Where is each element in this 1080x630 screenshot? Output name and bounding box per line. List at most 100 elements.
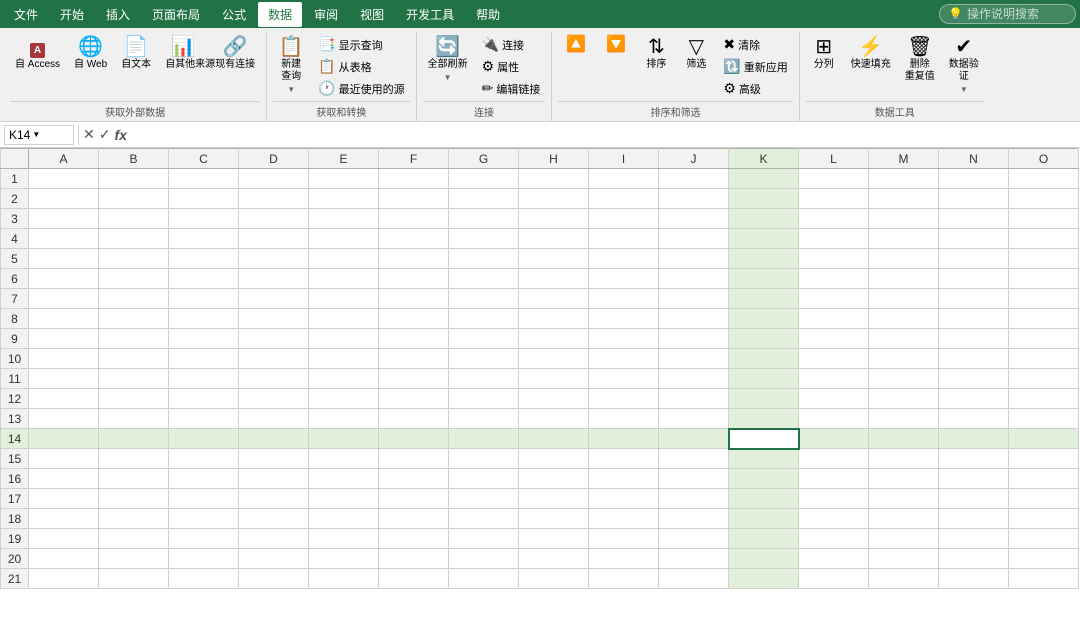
cell-B17[interactable] — [99, 489, 169, 509]
cell-A19[interactable] — [29, 529, 99, 549]
col-header-J[interactable]: J — [659, 149, 729, 169]
cell-J1[interactable] — [659, 169, 729, 189]
cell-M11[interactable] — [869, 369, 939, 389]
cell-K15[interactable] — [729, 449, 799, 469]
cell-M12[interactable] — [869, 389, 939, 409]
col-header-E[interactable]: E — [309, 149, 379, 169]
cell-O10[interactable] — [1009, 349, 1079, 369]
cell-C20[interactable] — [169, 549, 239, 569]
cell-L17[interactable] — [799, 489, 869, 509]
btn-from-other[interactable]: 📊 自其他来源 — [160, 34, 206, 74]
cell-H3[interactable] — [519, 209, 589, 229]
cell-D2[interactable] — [239, 189, 309, 209]
row-header-6[interactable]: 6 — [1, 269, 29, 289]
cell-B4[interactable] — [99, 229, 169, 249]
cell-B12[interactable] — [99, 389, 169, 409]
cell-G3[interactable] — [449, 209, 519, 229]
cell-A6[interactable] — [29, 269, 99, 289]
btn-remove-dupes[interactable]: 🗑 删除重复值 — [900, 34, 940, 86]
cell-D8[interactable] — [239, 309, 309, 329]
cell-M3[interactable] — [869, 209, 939, 229]
cell-N18[interactable] — [939, 509, 1009, 529]
cell-G2[interactable] — [449, 189, 519, 209]
cell-I11[interactable] — [589, 369, 659, 389]
cell-J13[interactable] — [659, 409, 729, 429]
col-header-H[interactable]: H — [519, 149, 589, 169]
btn-clear[interactable]: ✖ 清除 — [718, 34, 792, 55]
cell-B18[interactable] — [99, 509, 169, 529]
cell-I8[interactable] — [589, 309, 659, 329]
cell-E8[interactable] — [309, 309, 379, 329]
btn-from-table[interactable]: 📋 从表格 — [313, 56, 409, 77]
cell-B16[interactable] — [99, 469, 169, 489]
menu-item-file[interactable]: 文件 — [4, 2, 48, 27]
cell-H4[interactable] — [519, 229, 589, 249]
cell-O7[interactable] — [1009, 289, 1079, 309]
confirm-formula-icon[interactable]: ✓ — [99, 126, 111, 143]
row-header-11[interactable]: 11 — [1, 369, 29, 389]
cell-J8[interactable] — [659, 309, 729, 329]
cell-J14[interactable] — [659, 429, 729, 449]
search-box[interactable]: 💡 — [939, 4, 1076, 24]
cell-K20[interactable] — [729, 549, 799, 569]
cell-B15[interactable] — [99, 449, 169, 469]
cell-I14[interactable] — [589, 429, 659, 449]
cell-D19[interactable] — [239, 529, 309, 549]
col-header-F[interactable]: F — [379, 149, 449, 169]
cell-C9[interactable] — [169, 329, 239, 349]
cell-N12[interactable] — [939, 389, 1009, 409]
btn-from-web[interactable]: 🌐 自 Web — [69, 34, 112, 74]
cell-F11[interactable] — [379, 369, 449, 389]
cell-G19[interactable] — [449, 529, 519, 549]
row-header-16[interactable]: 16 — [1, 469, 29, 489]
menu-item-devtools[interactable]: 开发工具 — [396, 2, 464, 27]
cell-E7[interactable] — [309, 289, 379, 309]
cell-O9[interactable] — [1009, 329, 1079, 349]
row-header-12[interactable]: 12 — [1, 389, 29, 409]
row-header-20[interactable]: 20 — [1, 549, 29, 569]
cell-L18[interactable] — [799, 509, 869, 529]
cell-J7[interactable] — [659, 289, 729, 309]
cell-N8[interactable] — [939, 309, 1009, 329]
cell-O1[interactable] — [1009, 169, 1079, 189]
cell-I13[interactable] — [589, 409, 659, 429]
cell-B7[interactable] — [99, 289, 169, 309]
row-header-1[interactable]: 1 — [1, 169, 29, 189]
cell-J9[interactable] — [659, 329, 729, 349]
cell-B13[interactable] — [99, 409, 169, 429]
col-header-L[interactable]: L — [799, 149, 869, 169]
cell-A5[interactable] — [29, 249, 99, 269]
cell-D14[interactable] — [239, 429, 309, 449]
cell-E5[interactable] — [309, 249, 379, 269]
cell-K2[interactable] — [729, 189, 799, 209]
cell-N4[interactable] — [939, 229, 1009, 249]
cell-F9[interactable] — [379, 329, 449, 349]
cell-C8[interactable] — [169, 309, 239, 329]
btn-edit-links[interactable]: ✏ 编辑链接 — [477, 78, 546, 99]
cell-E3[interactable] — [309, 209, 379, 229]
cell-D20[interactable] — [239, 549, 309, 569]
cell-D13[interactable] — [239, 409, 309, 429]
cell-C6[interactable] — [169, 269, 239, 289]
cell-O5[interactable] — [1009, 249, 1079, 269]
btn-sort[interactable]: ⇅ 排序 — [638, 34, 674, 74]
cell-C7[interactable] — [169, 289, 239, 309]
cell-H5[interactable] — [519, 249, 589, 269]
cell-K10[interactable] — [729, 349, 799, 369]
cell-M20[interactable] — [869, 549, 939, 569]
cell-B3[interactable] — [99, 209, 169, 229]
cell-A14[interactable] — [29, 429, 99, 449]
cell-E16[interactable] — [309, 469, 379, 489]
cell-F1[interactable] — [379, 169, 449, 189]
cell-D1[interactable] — [239, 169, 309, 189]
cell-B14[interactable] — [99, 429, 169, 449]
cell-I6[interactable] — [589, 269, 659, 289]
cell-E10[interactable] — [309, 349, 379, 369]
cell-N20[interactable] — [939, 549, 1009, 569]
btn-refresh-all[interactable]: 🔄 全部刷新 ▼ — [423, 34, 473, 85]
cell-F8[interactable] — [379, 309, 449, 329]
cell-B1[interactable] — [99, 169, 169, 189]
cell-O15[interactable] — [1009, 449, 1079, 469]
menu-item-review[interactable]: 审阅 — [304, 2, 348, 27]
cell-N7[interactable] — [939, 289, 1009, 309]
